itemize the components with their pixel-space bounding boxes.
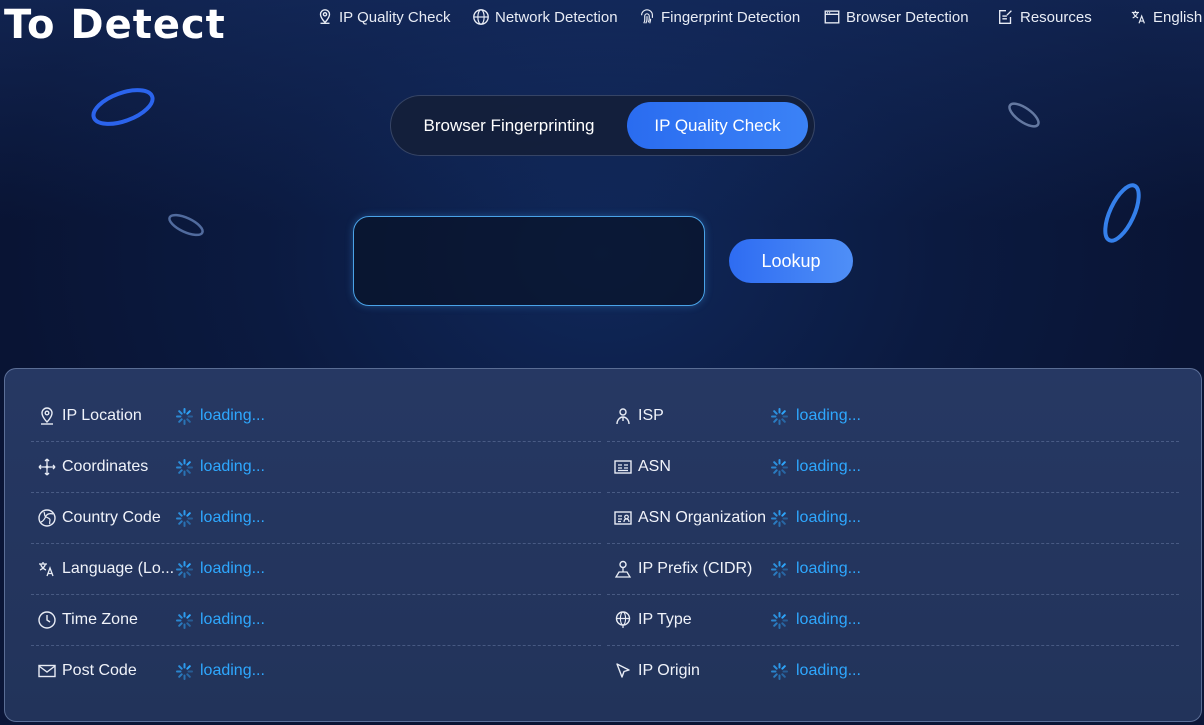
result-value: loading... bbox=[796, 611, 861, 628]
result-value: loading... bbox=[796, 509, 861, 526]
location-pin-icon bbox=[37, 406, 57, 426]
result-value: loading... bbox=[200, 611, 265, 628]
result-label: Post Code bbox=[62, 662, 137, 679]
nav-item-resources[interactable]: Resources bbox=[997, 8, 1092, 26]
language-selector[interactable]: English bbox=[1130, 8, 1202, 26]
user-network-icon bbox=[613, 406, 633, 426]
result-label: Language (Lo... bbox=[62, 560, 175, 577]
result-row: Time Zone loading... bbox=[31, 595, 601, 646]
result-row: Coordinates loading... bbox=[31, 442, 601, 493]
move-arrows-icon bbox=[37, 457, 57, 477]
mail-icon bbox=[37, 661, 57, 681]
nav-item-label: Resources bbox=[1020, 8, 1092, 26]
result-value: loading... bbox=[796, 560, 861, 577]
result-row: Post Code loading... bbox=[31, 646, 601, 697]
decorative-ring-icon bbox=[1008, 102, 1040, 128]
nav-item-label: Browser Detection bbox=[846, 8, 969, 26]
id-card-icon bbox=[613, 457, 633, 477]
nav-item-label: Fingerprint Detection bbox=[661, 8, 801, 26]
result-label: Country Code bbox=[62, 509, 161, 526]
decorative-ring-icon bbox=[91, 88, 155, 126]
brand-logo[interactable]: To Detect bbox=[4, 2, 226, 48]
result-label: ISP bbox=[638, 407, 664, 424]
cursor-arrow-icon bbox=[613, 661, 633, 681]
results-column-right: ISP loading... ASN loading... ASN Organizati… bbox=[607, 391, 1179, 697]
decorative-ring-icon bbox=[168, 213, 204, 237]
loading-spinner-icon bbox=[176, 663, 193, 680]
result-value: loading... bbox=[200, 407, 265, 424]
browser-window-icon bbox=[824, 10, 840, 24]
loading-spinner-icon bbox=[176, 408, 193, 425]
translate-icon bbox=[1131, 10, 1145, 24]
result-value: loading... bbox=[796, 662, 861, 679]
mode-switch: Browser Fingerprinting IP Quality Check bbox=[390, 95, 815, 156]
logo-text: To Detect bbox=[4, 2, 226, 48]
result-row: ASN loading... bbox=[607, 442, 1179, 493]
document-edit-icon bbox=[999, 10, 1012, 24]
ip-search-input[interactable] bbox=[353, 216, 705, 306]
nav-item-label: English bbox=[1153, 8, 1203, 26]
results-column-left: IP Location loading... Coordinates loading.… bbox=[31, 391, 601, 697]
decorative-ring-icon bbox=[1103, 183, 1141, 243]
nav-item-label: IP Quality Check bbox=[339, 8, 451, 26]
lookup-button[interactable]: Lookup bbox=[729, 239, 853, 283]
background-glow bbox=[0, 0, 1204, 370]
result-label: IP Origin bbox=[638, 662, 700, 679]
loading-spinner-icon bbox=[771, 408, 788, 425]
nav-item-label: Network Detection bbox=[495, 8, 618, 26]
globe-compass-icon bbox=[37, 508, 57, 528]
nav-item-browser-detection[interactable]: Browser Detection bbox=[823, 8, 969, 26]
loading-spinner-icon bbox=[771, 663, 788, 680]
result-label: ASN bbox=[638, 458, 671, 475]
result-row: IP Type loading... bbox=[607, 595, 1179, 646]
loading-spinner-icon bbox=[176, 510, 193, 527]
loading-spinner-icon bbox=[176, 561, 193, 578]
results-panel: IP Location loading... Coordinates loading.… bbox=[4, 368, 1202, 722]
nav-item-fingerprint-detection[interactable]: Fingerprint Detection bbox=[638, 8, 800, 26]
loading-spinner-icon bbox=[771, 561, 788, 578]
result-row: IP Origin loading... bbox=[607, 646, 1179, 697]
result-row: Country Code loading... bbox=[31, 493, 601, 544]
translate-icon bbox=[37, 559, 57, 579]
result-label: IP Type bbox=[638, 611, 692, 628]
loading-spinner-icon bbox=[771, 612, 788, 629]
clock-icon bbox=[37, 610, 57, 630]
result-label: IP Prefix (CIDR) bbox=[638, 560, 753, 577]
loading-spinner-icon bbox=[771, 510, 788, 527]
result-value: loading... bbox=[200, 458, 265, 475]
nav-item-ip-quality-check[interactable]: IP Quality Check bbox=[316, 8, 450, 26]
result-label: ASN Organization bbox=[638, 509, 767, 526]
tab-browser-fingerprinting[interactable]: Browser Fingerprinting bbox=[391, 96, 627, 155]
result-row: IP Location loading... bbox=[31, 391, 601, 442]
result-value: loading... bbox=[200, 509, 265, 526]
result-label: Coordinates bbox=[62, 458, 149, 475]
result-value: loading... bbox=[200, 560, 265, 577]
map-user-icon bbox=[613, 559, 633, 579]
top-header: To Detect IP Quality Check Network Detec… bbox=[0, 0, 1204, 48]
organization-card-icon bbox=[613, 508, 633, 528]
result-label: IP Location bbox=[62, 407, 142, 424]
loading-spinner-icon bbox=[771, 459, 788, 476]
tab-ip-quality-check[interactable]: IP Quality Check bbox=[627, 102, 808, 149]
location-pin-icon bbox=[319, 9, 331, 24]
loading-spinner-icon bbox=[176, 612, 193, 629]
fingerprint-icon bbox=[641, 9, 653, 24]
loading-spinner-icon bbox=[176, 459, 193, 476]
result-row: ASN Organization loading... bbox=[607, 493, 1179, 544]
globe-pin-icon bbox=[613, 610, 633, 630]
result-value: loading... bbox=[796, 458, 861, 475]
result-row: IP Prefix (CIDR) loading... bbox=[607, 544, 1179, 595]
result-value: loading... bbox=[200, 662, 265, 679]
result-value: loading... bbox=[796, 407, 861, 424]
nav-item-network-detection[interactable]: Network Detection bbox=[472, 8, 618, 26]
result-row: Language (Lo... loading... bbox=[31, 544, 601, 595]
globe-icon bbox=[473, 9, 489, 25]
result-label: Time Zone bbox=[62, 611, 138, 628]
result-row: ISP loading... bbox=[607, 391, 1179, 442]
